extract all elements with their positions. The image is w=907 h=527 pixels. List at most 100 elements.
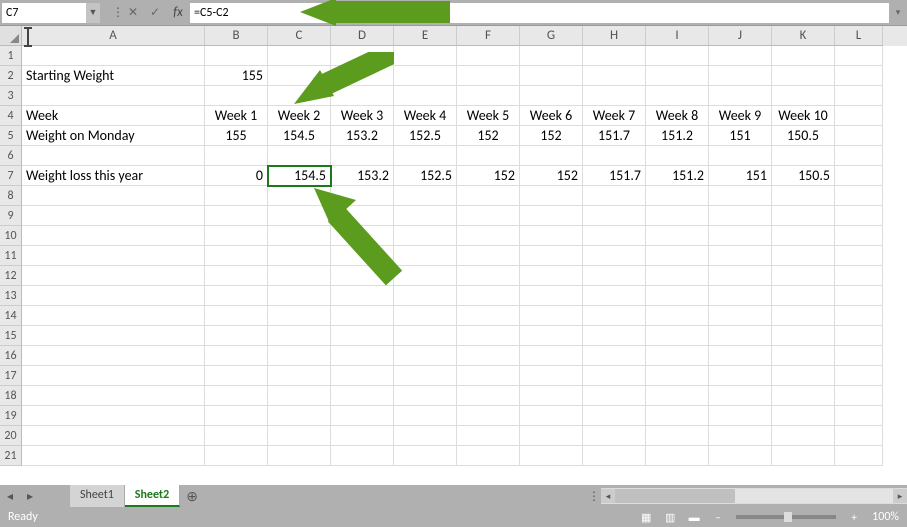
cell[interactable]: [772, 146, 835, 166]
cell[interactable]: [520, 286, 583, 306]
cell[interactable]: [394, 346, 457, 366]
cell[interactable]: [772, 206, 835, 226]
cell[interactable]: [583, 326, 646, 346]
column-header[interactable]: H: [583, 26, 646, 46]
cell[interactable]: [205, 226, 268, 246]
cell[interactable]: [268, 346, 331, 366]
cell[interactable]: [394, 306, 457, 326]
cell[interactable]: [268, 206, 331, 226]
row-header[interactable]: 2: [0, 66, 22, 86]
cell[interactable]: [457, 386, 520, 406]
cell[interactable]: [709, 426, 772, 446]
cell[interactable]: [457, 446, 520, 466]
cell[interactable]: [772, 226, 835, 246]
cell[interactable]: [331, 446, 394, 466]
cell[interactable]: [331, 286, 394, 306]
cell[interactable]: [583, 446, 646, 466]
normal-view-icon[interactable]: ▦: [635, 509, 657, 525]
cell[interactable]: [520, 46, 583, 66]
cell[interactable]: [709, 306, 772, 326]
zoom-out-button[interactable]: –: [707, 509, 729, 525]
cell[interactable]: 155: [205, 126, 268, 146]
add-sheet-button[interactable]: ⊕: [180, 488, 204, 505]
cell[interactable]: [205, 346, 268, 366]
cell[interactable]: [205, 386, 268, 406]
cell[interactable]: 152: [520, 126, 583, 146]
cell[interactable]: [268, 266, 331, 286]
cell[interactable]: Week 10: [772, 106, 835, 126]
cell[interactable]: [835, 206, 883, 226]
cell[interactable]: [22, 186, 205, 206]
cell[interactable]: [22, 266, 205, 286]
cell[interactable]: [205, 246, 268, 266]
cell[interactable]: [520, 446, 583, 466]
cell[interactable]: [331, 46, 394, 66]
cell[interactable]: 150.5: [772, 166, 835, 186]
cell[interactable]: [772, 306, 835, 326]
cell[interactable]: [835, 146, 883, 166]
cell[interactable]: Week 5: [457, 106, 520, 126]
cell[interactable]: [331, 346, 394, 366]
cell[interactable]: [268, 46, 331, 66]
cell[interactable]: [457, 66, 520, 86]
cell[interactable]: [457, 406, 520, 426]
cell[interactable]: [457, 286, 520, 306]
cell[interactable]: [268, 246, 331, 266]
cell[interactable]: [520, 226, 583, 246]
cell[interactable]: [646, 326, 709, 346]
column-header[interactable]: F: [457, 26, 520, 46]
row-header[interactable]: 3: [0, 86, 22, 106]
cell[interactable]: [835, 46, 883, 66]
cell[interactable]: [457, 246, 520, 266]
fx-icon[interactable]: fx: [166, 5, 190, 20]
cell[interactable]: Weight loss this year: [22, 166, 205, 186]
cell[interactable]: 151.7: [583, 126, 646, 146]
cell[interactable]: [835, 246, 883, 266]
cell[interactable]: [520, 326, 583, 346]
cell[interactable]: [709, 326, 772, 346]
cell[interactable]: 154.5: [268, 126, 331, 146]
cell[interactable]: [268, 326, 331, 346]
scroll-thumb[interactable]: [615, 489, 735, 503]
cell[interactable]: [709, 406, 772, 426]
row-header[interactable]: 14: [0, 306, 22, 326]
cell[interactable]: [772, 286, 835, 306]
cell[interactable]: [394, 226, 457, 246]
cell[interactable]: [835, 346, 883, 366]
zoom-label[interactable]: 100%: [872, 510, 899, 524]
cell[interactable]: [394, 366, 457, 386]
cell[interactable]: [583, 286, 646, 306]
cell[interactable]: [520, 66, 583, 86]
cell[interactable]: [520, 386, 583, 406]
cell[interactable]: [835, 426, 883, 446]
cell[interactable]: Week 8: [646, 106, 709, 126]
cell[interactable]: [457, 46, 520, 66]
cell[interactable]: [709, 186, 772, 206]
cell[interactable]: 152.5: [394, 166, 457, 186]
row-header[interactable]: 8: [0, 186, 22, 206]
cell[interactable]: Starting Weight: [22, 66, 205, 86]
cell[interactable]: [583, 86, 646, 106]
cell[interactable]: [205, 426, 268, 446]
cell[interactable]: [835, 86, 883, 106]
cell[interactable]: [394, 266, 457, 286]
cell[interactable]: [646, 266, 709, 286]
cell[interactable]: [22, 426, 205, 446]
row-header[interactable]: 6: [0, 146, 22, 166]
cell[interactable]: [268, 186, 331, 206]
row-header[interactable]: 18: [0, 386, 22, 406]
cell[interactable]: [205, 146, 268, 166]
row-header[interactable]: 12: [0, 266, 22, 286]
cell[interactable]: [583, 426, 646, 446]
column-header[interactable]: J: [709, 26, 772, 46]
cell[interactable]: Week 1: [205, 106, 268, 126]
cell[interactable]: Week 2: [268, 106, 331, 126]
cell[interactable]: [457, 146, 520, 166]
cell[interactable]: [583, 226, 646, 246]
cell[interactable]: [331, 326, 394, 346]
cell[interactable]: [646, 446, 709, 466]
cell[interactable]: [331, 86, 394, 106]
cell[interactable]: Week 4: [394, 106, 457, 126]
cell[interactable]: 151: [709, 166, 772, 186]
cell[interactable]: [457, 186, 520, 206]
